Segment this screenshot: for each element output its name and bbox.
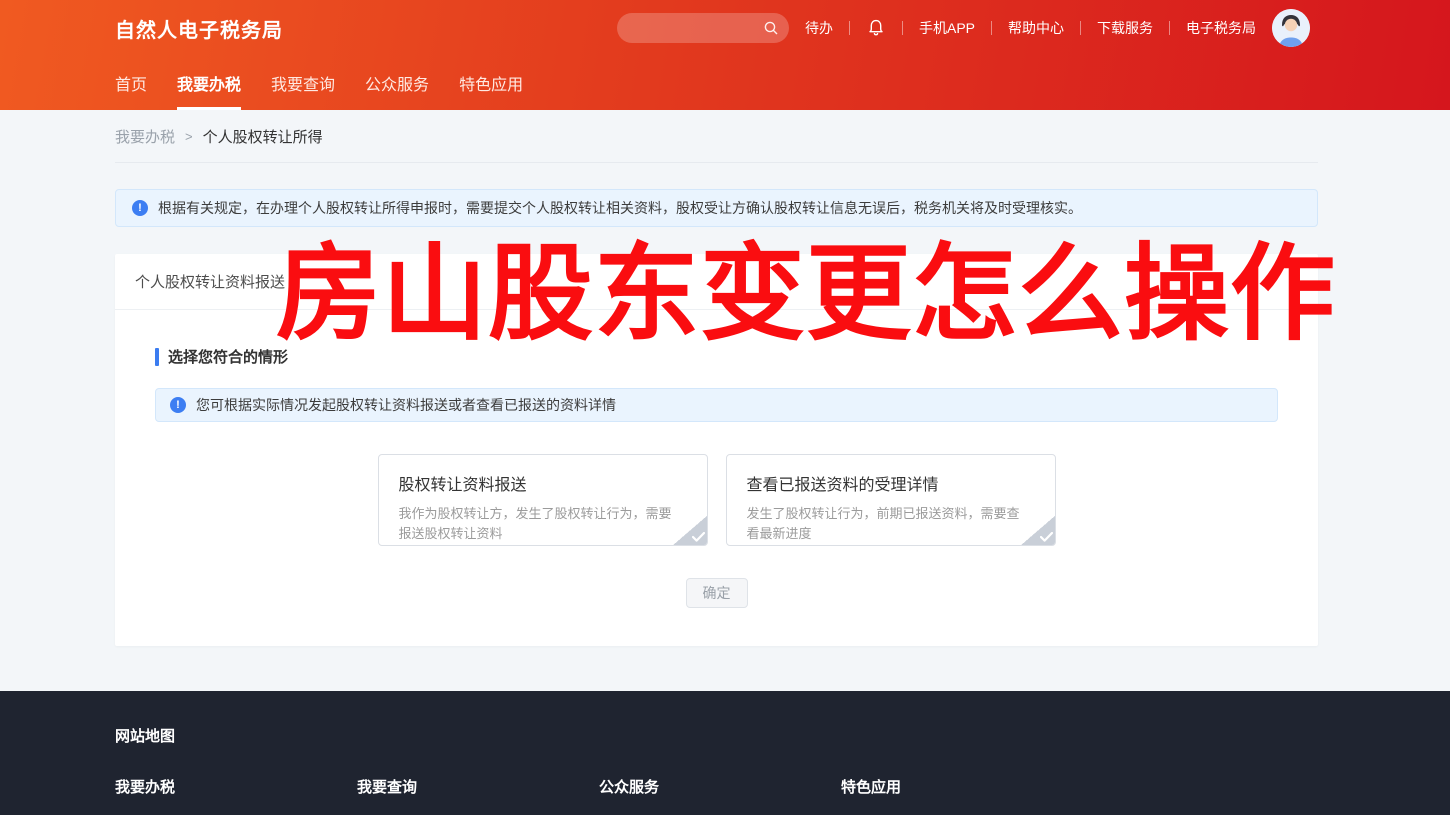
divider bbox=[849, 21, 850, 35]
divider bbox=[902, 21, 903, 35]
header-utilities: 待办 手机APP 帮助中心 下载服务 电子税务局 bbox=[617, 9, 1310, 47]
nav-home[interactable]: 首页 bbox=[115, 56, 147, 110]
footer-col-heading: 公众服务 bbox=[599, 776, 841, 797]
footer-col-public-service: 公众服务 票证查验 bbox=[599, 776, 841, 815]
corner-check-icon bbox=[672, 515, 708, 546]
nav-tax-handling[interactable]: 我要办税 bbox=[177, 56, 241, 110]
confirm-button[interactable]: 确定 bbox=[686, 578, 748, 608]
divider bbox=[991, 21, 992, 35]
options-row: 股权转让资料报送 我作为股权转让方，发生了股权转让行为，需要报送股权转让资料 查… bbox=[155, 454, 1278, 546]
main-nav: 首页 我要办税 我要查询 公众服务 特色应用 bbox=[0, 56, 1450, 110]
nav-inquiry[interactable]: 我要查询 bbox=[271, 56, 335, 110]
sitemap-title: 网站地图 bbox=[115, 725, 1450, 746]
section-label: 选择您符合的情形 bbox=[168, 346, 288, 367]
info-icon: ! bbox=[132, 200, 148, 216]
search-icon[interactable] bbox=[763, 20, 779, 36]
nav-featured-apps[interactable]: 特色应用 bbox=[459, 56, 523, 110]
header-search[interactable] bbox=[617, 13, 789, 43]
todo-link[interactable]: 待办 bbox=[805, 18, 833, 38]
footer-col-heading: 特色应用 bbox=[841, 776, 1083, 797]
notice-banner: ! 根据有关规定，在办理个人股权转让所得申报时，需要提交个人股权转让相关资料，股… bbox=[115, 189, 1318, 227]
section-bar-icon bbox=[155, 348, 159, 366]
divider bbox=[1169, 21, 1170, 35]
header-top: 自然人电子税务局 待办 手机APP 帮助中心 下载服务 电子税务局 bbox=[0, 0, 1450, 56]
option-card-submit-materials[interactable]: 股权转让资料报送 我作为股权转让方，发生了股权转让行为，需要报送股权转让资料 bbox=[378, 454, 708, 546]
bell-icon[interactable] bbox=[866, 18, 886, 38]
footer-col-tax-handling: 我要办税 专项附加扣除填报 bbox=[115, 776, 357, 815]
option-title: 查看已报送资料的受理详情 bbox=[747, 471, 1035, 495]
app-logo: 自然人电子税务局 bbox=[115, 14, 283, 43]
footer-columns: 我要办税 专项附加扣除填报 我要查询 申报信息查询 公众服务 票证查验 特色应用 bbox=[115, 776, 1450, 815]
watermark-overlay-text: 房山股东变更怎么操作 bbox=[276, 240, 1336, 350]
breadcrumb-separator-icon: > bbox=[185, 129, 193, 144]
avatar-person-icon bbox=[1272, 9, 1310, 47]
option-card-view-progress[interactable]: 查看已报送资料的受理详情 发生了股权转让行为，前期已报送资料，需要查看最新进度 bbox=[726, 454, 1056, 546]
hint-banner: ! 您可根据实际情况发起股权转让资料报送或者查看已报送的资料详情 bbox=[155, 388, 1278, 422]
footer-col-inquiry: 我要查询 申报信息查询 bbox=[357, 776, 599, 815]
panel-body: 选择您符合的情形 ! 您可根据实际情况发起股权转让资料报送或者查看已报送的资料详… bbox=[115, 346, 1318, 608]
app-footer: 网站地图 我要办税 专项附加扣除填报 我要查询 申报信息查询 公众服务 票证查验… bbox=[0, 691, 1450, 815]
avatar[interactable] bbox=[1272, 9, 1310, 47]
info-icon: ! bbox=[170, 397, 186, 413]
footer-col-heading: 我要查询 bbox=[357, 776, 599, 797]
help-center-link[interactable]: 帮助中心 bbox=[1008, 18, 1064, 38]
divider bbox=[1080, 21, 1081, 35]
corner-check-icon bbox=[1020, 515, 1056, 546]
footer-col-featured-apps: 特色应用 bbox=[841, 776, 1083, 815]
page-content: 我要办税 > 个人股权转让所得 ! 根据有关规定，在办理个人股权转让所得申报时，… bbox=[115, 110, 1318, 646]
option-description: 我作为股权转让方，发生了股权转让行为，需要报送股权转让资料 bbox=[399, 504, 687, 544]
download-service-link[interactable]: 下载服务 bbox=[1097, 18, 1153, 38]
footer-col-heading: 我要办税 bbox=[115, 776, 357, 797]
breadcrumb-current: 个人股权转让所得 bbox=[203, 126, 323, 147]
app-header: 自然人电子税务局 待办 手机APP 帮助中心 下载服务 电子税务局 bbox=[0, 0, 1450, 110]
notice-text: 根据有关规定，在办理个人股权转让所得申报时，需要提交个人股权转让相关资料，股权受… bbox=[158, 198, 1082, 218]
nav-public-service[interactable]: 公众服务 bbox=[365, 56, 429, 110]
option-title: 股权转让资料报送 bbox=[399, 471, 687, 495]
breadcrumb: 我要办税 > 个人股权转让所得 bbox=[115, 110, 1318, 163]
etax-bureau-link[interactable]: 电子税务局 bbox=[1186, 18, 1256, 38]
breadcrumb-parent[interactable]: 我要办税 bbox=[115, 126, 175, 147]
hint-text: 您可根据实际情况发起股权转让资料报送或者查看已报送的资料详情 bbox=[196, 395, 616, 415]
mobile-app-link[interactable]: 手机APP bbox=[919, 18, 975, 38]
option-description: 发生了股权转让行为，前期已报送资料，需要查看最新进度 bbox=[747, 504, 1035, 544]
search-input[interactable] bbox=[631, 21, 763, 36]
